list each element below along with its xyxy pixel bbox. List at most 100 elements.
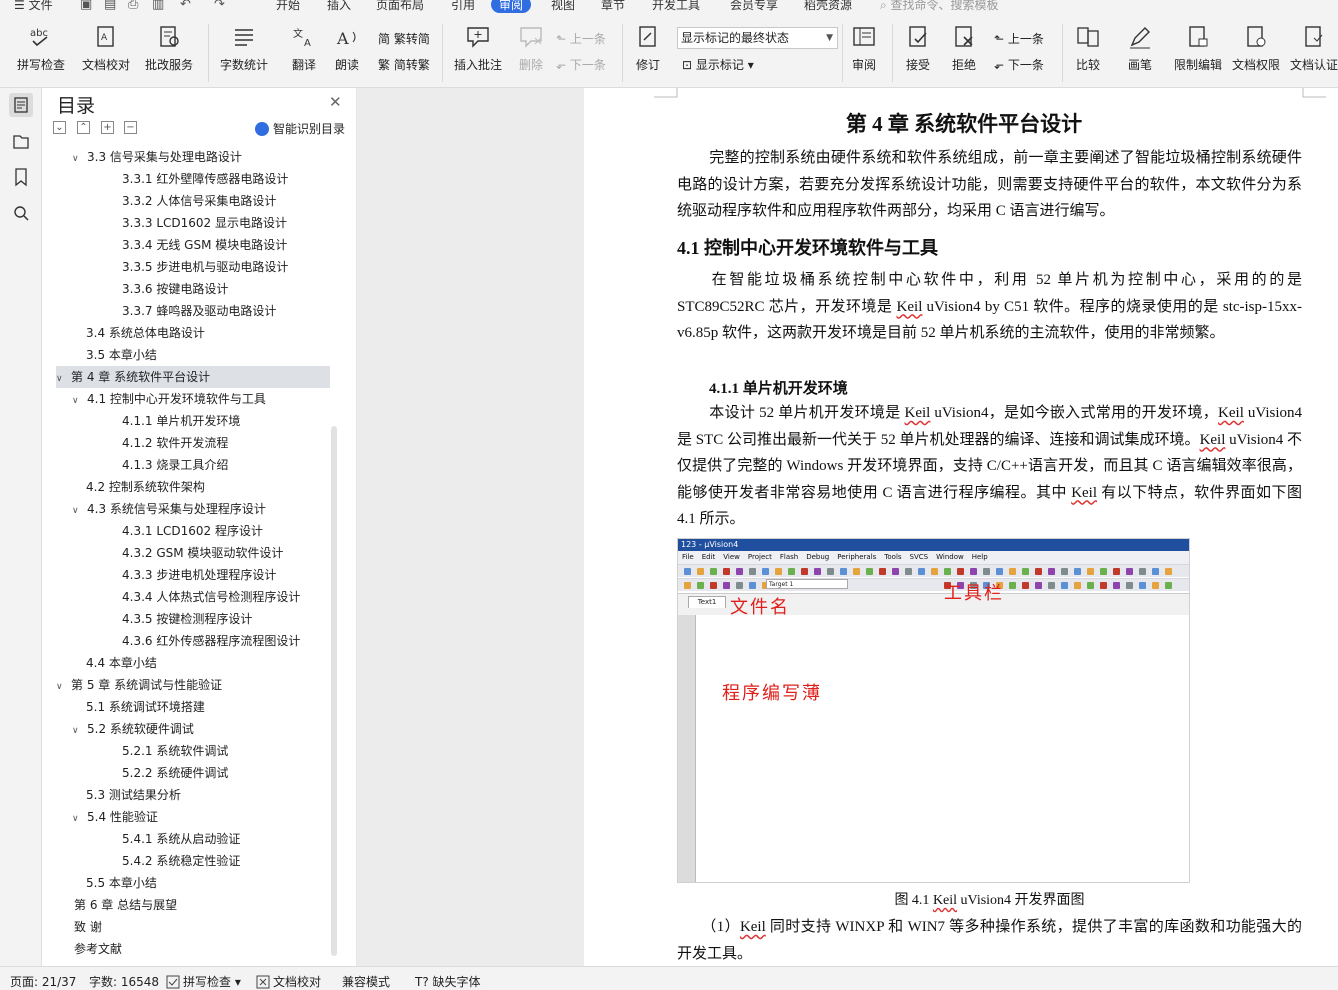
toc-item[interactable]: ∨ 5.4 性能验证 [72,806,330,828]
read-aloud-button[interactable]: A 朗读 [330,24,364,73]
accept-button[interactable]: 接受 [900,24,936,73]
bookmark-nav-button[interactable] [9,165,33,189]
chevron-down-icon[interactable]: ∨ [72,390,84,412]
toc-item[interactable]: 参考文献 [74,938,330,960]
compare-button[interactable]: 比较 [1070,24,1106,73]
toc-item[interactable]: 4.1.3 烧录工具介绍 [122,454,330,476]
tab-insert[interactable]: 插入 [327,0,351,13]
spell-check-button[interactable]: abc 拼写检查 [12,24,70,73]
close-icon[interactable]: ✕ [329,93,342,111]
spelling-flag[interactable]: Keil [933,893,957,908]
toc-scrollbar[interactable] [331,426,337,956]
markup-state-select[interactable]: 显示标记的最终状态 ▼ [677,27,838,49]
doc-cert-button[interactable]: 文档认证 [1288,24,1338,73]
tab-docer[interactable]: 稻壳资源 [804,0,852,13]
insert-comment-button[interactable]: 插入批注 [452,24,504,73]
spelling-flag[interactable]: Keil [1218,405,1244,421]
spelling-flag[interactable]: Keil [1071,485,1097,501]
toc-item[interactable]: 4.1.2 软件开发流程 [122,432,330,454]
toc-item[interactable]: ∨ 4.1 控制中心开发环境软件与工具 [72,388,330,410]
uvision-figure[interactable]: 123 - µVision4 File Edit View Project Flash D… [677,538,1190,883]
batch-service-button[interactable]: 批改服务 [140,24,198,73]
prev-change-button[interactable]: ⬑ 上一条 [994,30,1044,47]
chevron-down-icon[interactable]: ∨ [72,808,84,830]
delete-comment-button[interactable]: 删除 [511,24,551,73]
toc-item[interactable]: 5.4.2 系统稳定性验证 [122,850,330,872]
toc-item[interactable]: 4.3.3 步进电机处理程序设计 [122,564,330,586]
toc-item[interactable]: ∨ 第 4 章 系统软件平台设计 [56,366,330,388]
chevron-down-icon[interactable]: ∨ [72,148,84,170]
missing-font-status[interactable]: T? 缺失字体 [415,973,481,990]
tab-references[interactable]: 引用 [451,0,475,13]
tab-review[interactable]: 审阅 [491,0,532,13]
undo-icon[interactable]: ↶ [180,0,191,12]
toc-item[interactable]: 4.3.6 红外传感器程序流程图设计 [122,630,330,652]
add-heading-icon[interactable]: + [101,121,114,134]
chapter-nav-button[interactable] [9,129,33,153]
toc-item[interactable]: 4.3.5 按键检测程序设计 [122,608,330,630]
print-icon[interactable]: ⎙ [128,0,138,12]
toc-item[interactable]: 5.4.1 系统从启动验证 [122,828,330,850]
trad-to-simp-button[interactable]: 简 繁转简 [378,30,430,47]
spelling-flag[interactable]: Keil [740,919,766,935]
toc-item[interactable]: 5.1 系统调试环境搭建 [86,696,330,718]
word-count-button[interactable]: 字数统计 [218,24,270,73]
simp-to-trad-button[interactable]: 繁 简转繁 [378,56,430,73]
toc-item[interactable]: ∨ 5.2 系统软硬件调试 [72,718,330,740]
toc-item[interactable]: 4.2 控制系统软件架构 [86,476,330,498]
export-icon[interactable]: ▤ [104,0,116,12]
toc-item[interactable]: 3.4 系统总体电路设计 [86,322,330,344]
preview-icon[interactable]: ▥ [152,0,164,12]
page-indicator[interactable]: 页面: 21/37 [10,973,76,990]
word-count-indicator[interactable]: 字数: 16548 [89,973,159,990]
toc-item[interactable]: ∨ 4.3 系统信号采集与处理程序设计 [72,498,330,520]
review-pane-button[interactable]: 审阅 [846,24,882,73]
next-comment-button[interactable]: ⬐ 下一条 [556,56,606,73]
chevron-down-icon[interactable]: ∨ [72,720,84,742]
tab-member[interactable]: 会员专享 [730,0,778,13]
pen-button[interactable]: 画笔 [1124,24,1156,73]
tab-start[interactable]: 开始 [276,0,300,13]
show-markup-button[interactable]: ⊡ 显示标记 ▾ [682,56,754,73]
spelling-flag[interactable]: Keil [1200,432,1226,448]
next-change-button[interactable]: ⬐ 下一条 [994,56,1044,73]
reject-button[interactable]: 拒绝 [946,24,982,73]
tab-developer[interactable]: 开发工具 [652,0,700,13]
find-nav-button[interactable] [9,201,33,225]
file-menu[interactable]: ☰ 文件 [14,0,53,13]
toc-item[interactable]: 5.3 测试结果分析 [86,784,330,806]
smart-toc-button[interactable]: 智能识别目录 [255,120,345,137]
chevron-down-icon[interactable]: ∨ [72,500,84,522]
toc-item[interactable]: 4.3.1 LCD1602 程序设计 [122,520,330,542]
toc-item[interactable]: 3.3.6 按键电路设计 [122,278,330,300]
toc-item[interactable]: 致 谢 [74,916,330,938]
tab-view[interactable]: 视图 [551,0,575,13]
chevron-down-icon[interactable]: ∨ [56,676,68,698]
toc-nav-button[interactable] [9,93,33,117]
remove-heading-icon[interactable]: − [124,121,137,134]
command-search[interactable]: ⌕ 查找命令、搜索模板 [880,0,999,13]
toc-item[interactable]: 3.3.7 蜂鸣器及驱动电路设计 [122,300,330,322]
redo-icon[interactable]: ↷ [214,0,225,12]
translate-button[interactable]: 文A 翻译 [284,24,324,73]
expand-up-icon[interactable]: ⌃ [77,121,90,134]
toc-item[interactable]: 3.3.3 LCD1602 显示电路设计 [122,212,330,234]
doc-proof-status[interactable]: 文档校对 [256,973,321,990]
toc-item[interactable]: 3.3.4 无线 GSM 模块电路设计 [122,234,330,256]
collapse-all-icon[interactable]: ⌄ [53,121,66,134]
toc-item[interactable]: 3.3.2 人体信号采集电路设计 [122,190,330,212]
restrict-edit-button[interactable]: 限制编辑 [1172,24,1224,73]
toc-item[interactable]: 3.3.5 步进电机与驱动电路设计 [122,256,330,278]
doc-permission-button[interactable]: 文档权限 [1230,24,1282,73]
toc-item[interactable]: 5.2.2 系统硬件调试 [122,762,330,784]
toc-item[interactable]: 5.5 本章小结 [86,872,330,894]
chevron-down-icon[interactable]: ∨ [56,368,68,390]
toc-item[interactable]: ∨ 第 5 章 系统调试与性能验证 [56,674,330,696]
prev-comment-button[interactable]: ⬑ 上一条 [556,30,606,47]
toc-item[interactable]: ∨ 3.3 信号采集与处理电路设计 [72,146,330,168]
doc-proof-button[interactable]: A 文档校对 [80,24,132,73]
toc-item[interactable]: 4.3.4 人体热式信号检测程序设计 [122,586,330,608]
spelling-flag[interactable]: Keil [905,405,931,421]
spelling-flag[interactable]: Keil [897,299,923,315]
toc-item[interactable]: 3.3.1 红外壁障传感器电路设计 [122,168,330,190]
